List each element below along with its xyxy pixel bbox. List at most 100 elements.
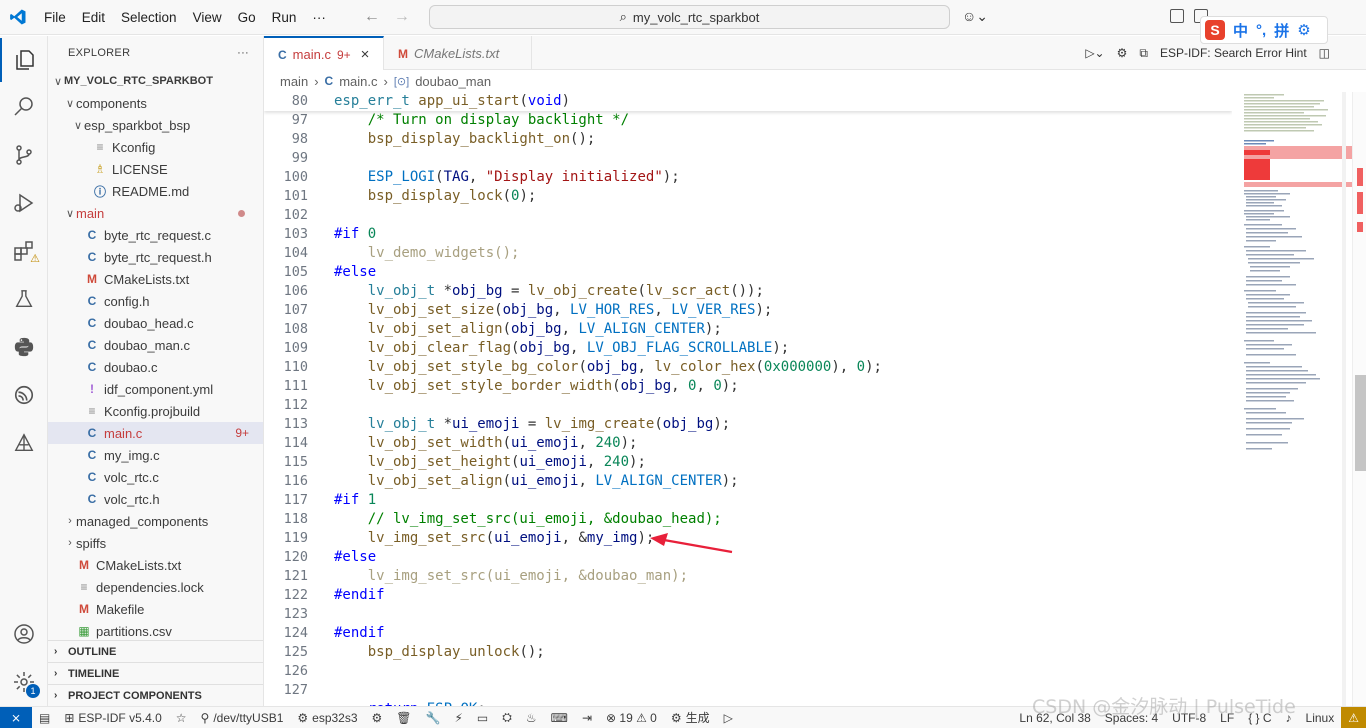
menu-view[interactable]: View bbox=[185, 0, 230, 35]
tree-item[interactable]: M CMakeLists.txt bbox=[48, 554, 263, 576]
ime-chinese-mode[interactable]: 中 bbox=[1233, 20, 1248, 41]
minimap[interactable] bbox=[1232, 92, 1354, 706]
source-control-icon[interactable] bbox=[0, 133, 48, 177]
explorer-icon[interactable] bbox=[0, 38, 48, 82]
menu-run[interactable]: Run bbox=[264, 0, 305, 35]
breadcrumb-file[interactable]: main.c bbox=[339, 74, 377, 89]
tree-item[interactable]: ! idf_component.yml bbox=[48, 378, 263, 400]
tab-main-c[interactable]: C main.c 9+ × bbox=[264, 36, 384, 71]
back-arrow-icon[interactable]: ← bbox=[364, 8, 380, 26]
split-editor-icon[interactable]: ◫ bbox=[1319, 46, 1330, 60]
star-icon[interactable]: ☆ bbox=[169, 711, 194, 725]
trash-icon[interactable]: 🗑 bbox=[389, 711, 418, 725]
close-icon[interactable]: × bbox=[361, 46, 370, 63]
tab-cmakelists[interactable]: M CMakeLists.txt bbox=[384, 36, 532, 71]
platform-icon[interactable] bbox=[0, 421, 48, 465]
python-icon[interactable] bbox=[0, 325, 48, 369]
ime-settings-icon[interactable]: ⚙ bbox=[1297, 21, 1310, 39]
tree-item[interactable]: Cmy_img.c bbox=[48, 444, 263, 466]
file-type-icon: ≡ bbox=[80, 580, 88, 594]
tree-item[interactable]: › spiffs bbox=[48, 532, 263, 554]
breadcrumb-symbol[interactable]: doubao_man bbox=[415, 74, 491, 89]
code-editor[interactable]: 80 esp_err_t app_ui_start(void) 97 /* Turn… bbox=[264, 92, 1232, 706]
play-icon[interactable]: ▷ bbox=[717, 711, 740, 725]
copilot-icon[interactable]: ☺⌄ bbox=[962, 8, 988, 25]
workspace-icon[interactable]: ▤ bbox=[32, 711, 57, 725]
tree-item[interactable]: Cconfig.h bbox=[48, 290, 263, 312]
search-icon[interactable] bbox=[0, 84, 48, 128]
build-chinese-label[interactable]: ⚙ 生成 bbox=[664, 709, 717, 726]
debug-icon[interactable]: ⛭ bbox=[495, 710, 519, 725]
target-chip[interactable]: ⚙ esp32s3 bbox=[290, 711, 364, 725]
task-icon[interactable]: ⇥ bbox=[575, 711, 599, 725]
tree-item[interactable]: Cbyte_rtc_request.c bbox=[48, 224, 263, 246]
ime-punctuation[interactable]: °, bbox=[1256, 22, 1266, 39]
platform[interactable]: Linux bbox=[1299, 711, 1342, 725]
flash-icon[interactable]: ⚡ bbox=[447, 711, 469, 725]
tree-item[interactable]: Cvolc_rtc.c bbox=[48, 466, 263, 488]
problems-count[interactable]: ⊗ 19 ⚠ 0 bbox=[599, 711, 664, 725]
scroll-thumb[interactable] bbox=[1355, 375, 1366, 471]
menu-file[interactable]: File bbox=[36, 0, 74, 35]
breadcrumb-folder[interactable]: main bbox=[280, 74, 308, 89]
tree-item[interactable]: Cdoubao_head.c bbox=[48, 312, 263, 334]
menu-edit[interactable]: Edit bbox=[74, 0, 113, 35]
tree-item[interactable]: ∨ components bbox=[48, 92, 263, 114]
tree-item[interactable]: M Makefile bbox=[48, 598, 263, 620]
serial-port[interactable]: ⚲/dev/ttyUSB1 bbox=[194, 711, 291, 725]
tree-item[interactable]: › managed_components bbox=[48, 510, 263, 532]
menu-go[interactable]: Go bbox=[230, 0, 264, 35]
tree-item[interactable]: ≡ Kconfig bbox=[48, 136, 263, 158]
menu-more[interactable]: ··· bbox=[304, 0, 334, 35]
run-debug-icon[interactable] bbox=[0, 181, 48, 225]
tree-item[interactable]: Cvolc_rtc.h bbox=[48, 488, 263, 510]
forward-arrow-icon[interactable]: → bbox=[394, 8, 410, 26]
manage-gear-icon[interactable]: 1 bbox=[0, 660, 48, 704]
tree-item[interactable]: ⓘ README.md bbox=[48, 180, 263, 202]
tree-item[interactable]: M CMakeLists.txt bbox=[48, 268, 263, 290]
sticky-scroll-line[interactable]: 80 esp_err_t app_ui_start(void) bbox=[264, 92, 1232, 111]
workspace-root[interactable]: ∨ MY_VOLC_RTC_SPARKBOT bbox=[48, 70, 263, 92]
esp-idf-error-hint[interactable]: ESP-IDF: Search Error Hint bbox=[1160, 46, 1307, 60]
terminal-icon[interactable]: ⌨ bbox=[544, 711, 575, 725]
run-split-icon[interactable]: ▷⌄ bbox=[1085, 46, 1104, 60]
testing-icon[interactable] bbox=[0, 277, 48, 321]
sogou-logo-icon[interactable]: S bbox=[1205, 20, 1225, 40]
timeline-section[interactable]: › TIMELINE bbox=[48, 662, 263, 684]
accounts-icon[interactable] bbox=[0, 612, 48, 656]
extensions-icon[interactable]: ⚠ bbox=[0, 229, 48, 273]
layout-panel-icon[interactable] bbox=[1170, 9, 1184, 23]
outline-section[interactable]: › OUTLINE bbox=[48, 640, 263, 662]
tree-item[interactable]: ≡ dependencies.lock bbox=[48, 576, 263, 598]
tree-item[interactable]: ♗ LICENSE bbox=[48, 158, 263, 180]
command-center-search[interactable]: ⌕ my_volc_rtc_sparkbot bbox=[429, 5, 950, 29]
editor-scrollbar[interactable] bbox=[1352, 92, 1366, 706]
gear-icon: ⚙ bbox=[670, 710, 682, 725]
warning-icon[interactable]: ⚠ bbox=[1341, 706, 1366, 728]
tree-item[interactable]: Cbyte_rtc_request.h bbox=[48, 246, 263, 268]
project-components-section[interactable]: › PROJECT COMPONENTS bbox=[48, 684, 263, 706]
explorer-more-icon[interactable]: ··· bbox=[237, 47, 249, 59]
tree-item[interactable]: Cdoubao.c bbox=[48, 356, 263, 378]
espressif-icon[interactable] bbox=[0, 373, 48, 417]
menu-selection[interactable]: Selection bbox=[113, 0, 185, 35]
esp-idf-hint-icon[interactable]: ⧉ bbox=[1139, 46, 1148, 61]
vscode-logo-icon[interactable] bbox=[0, 0, 36, 35]
fire-icon[interactable]: ♨ bbox=[519, 711, 544, 725]
tree-item-label: Makefile bbox=[96, 601, 145, 617]
chevron-down-icon: ∨ bbox=[73, 119, 83, 132]
tree-item[interactable]: ≡ Kconfig.projbuild bbox=[48, 400, 263, 422]
esp-idf-version[interactable]: ⊞ ESP-IDF v5.4.0 bbox=[57, 711, 168, 725]
tree-item[interactable]: ∨ main bbox=[48, 202, 263, 224]
tree-item[interactable]: ▦ partitions.csv bbox=[48, 620, 263, 642]
monitor-icon[interactable]: ▭ bbox=[470, 711, 495, 725]
tree-item[interactable]: ∨ esp_sparkbot_bsp bbox=[48, 114, 263, 136]
settings-gear-icon[interactable]: ⚙ bbox=[1117, 46, 1128, 60]
remote-indicator[interactable]: ⨯ bbox=[0, 706, 32, 728]
idf-config-icon[interactable]: ⚙ bbox=[365, 711, 390, 725]
ime-pinyin[interactable]: 拼 bbox=[1274, 20, 1289, 41]
tree-item[interactable]: Cdoubao_man.c bbox=[48, 334, 263, 356]
tree-item[interactable]: Cmain.c 9+ bbox=[48, 422, 263, 444]
build-icon[interactable]: 🔧 bbox=[419, 711, 448, 725]
menu-bar: File Edit Selection View Go Run ··· bbox=[36, 0, 334, 35]
